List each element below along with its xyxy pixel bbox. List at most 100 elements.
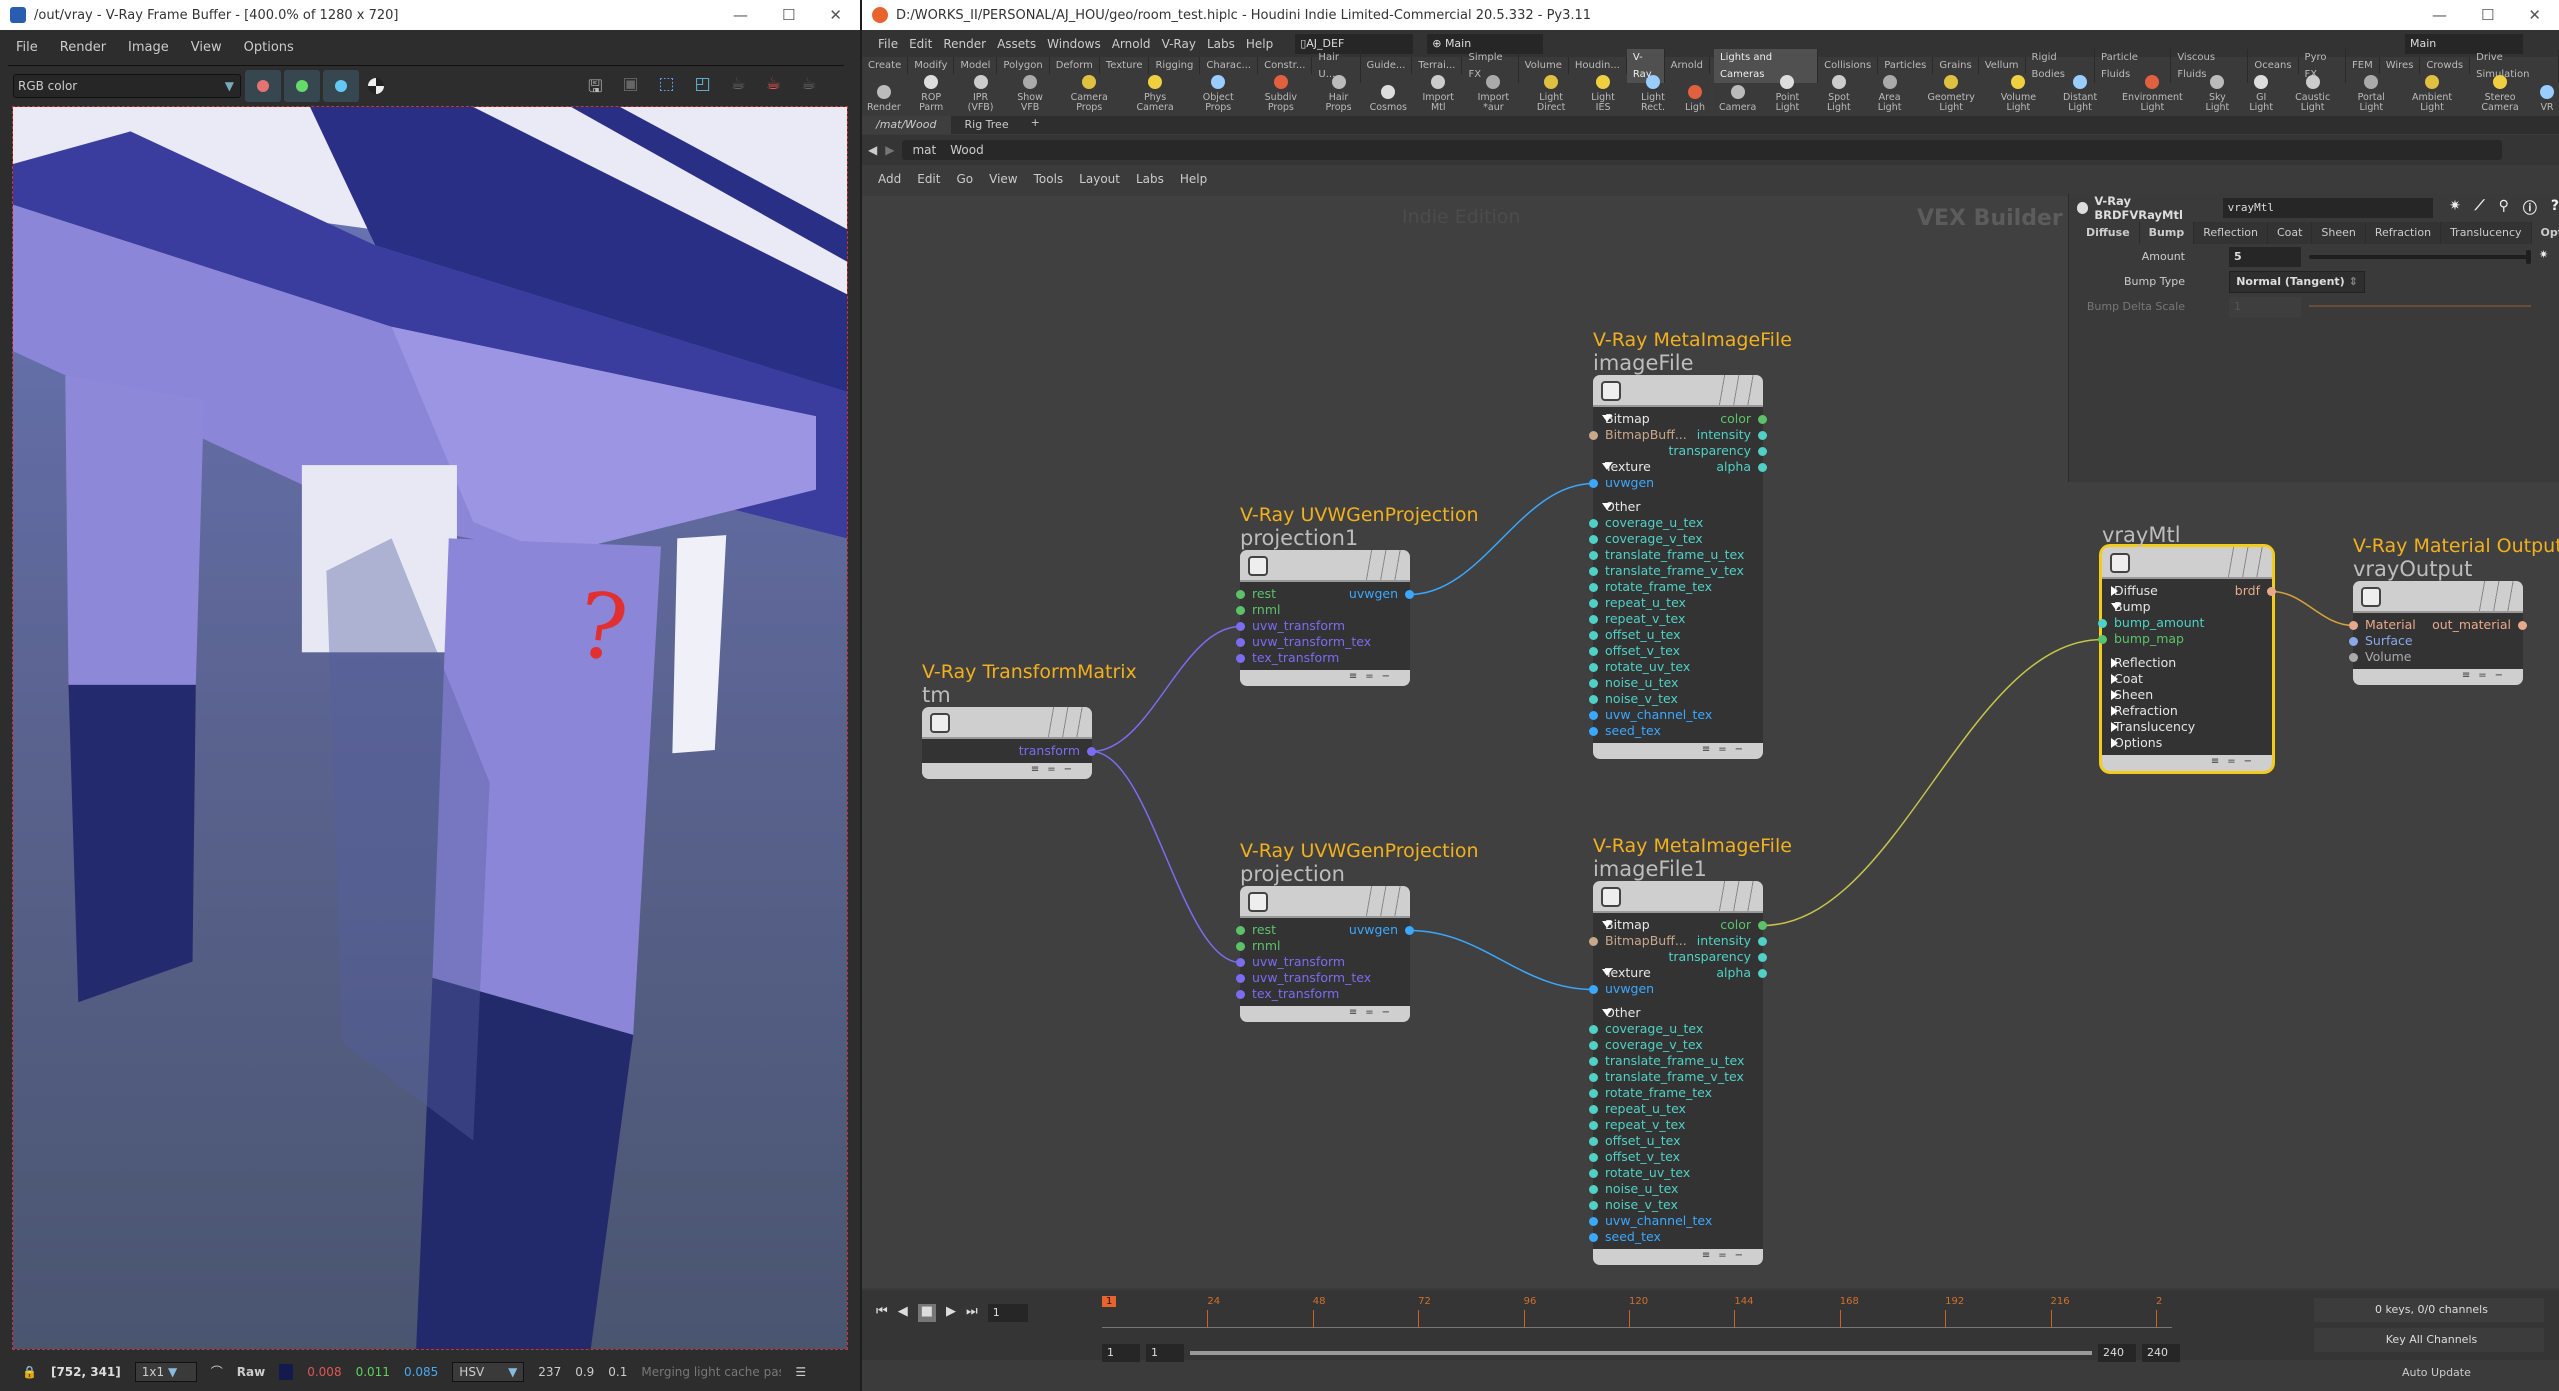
- input-port[interactable]: [1589, 1057, 1598, 1066]
- info-icon[interactable]: ⓘ: [2523, 198, 2537, 218]
- node-footer[interactable]: ≡=−: [1593, 1249, 1763, 1265]
- input-port[interactable]: [2098, 635, 2107, 644]
- shelf-tab[interactable]: FEM: [2346, 57, 2380, 74]
- shelf-tool[interactable]: Camera: [1714, 85, 1761, 113]
- input-port[interactable]: [1589, 519, 1598, 528]
- menu-render[interactable]: Render: [943, 37, 986, 51]
- network-menu-labs[interactable]: Labs: [1136, 172, 1164, 186]
- lock-icon[interactable]: 🔒: [22, 1365, 37, 1379]
- input-port[interactable]: [2349, 621, 2358, 630]
- menu-file[interactable]: File: [16, 40, 38, 55]
- node-footer[interactable]: ≡=−: [2102, 755, 2272, 771]
- brush-icon[interactable]: ⟋: [2475, 198, 2485, 218]
- search-icon[interactable]: ⚲: [2499, 198, 2509, 218]
- input-port[interactable]: [1236, 974, 1245, 983]
- output-port[interactable]: [1758, 937, 1767, 946]
- close-icon[interactable]: ✕: [2528, 6, 2541, 24]
- input-port[interactable]: [1589, 1137, 1598, 1146]
- param-tab-translucency[interactable]: Translucency: [2441, 222, 2532, 244]
- menu-edit[interactable]: Edit: [909, 37, 932, 51]
- first-frame-icon[interactable]: ⏮: [876, 1304, 888, 1322]
- input-port[interactable]: [1236, 926, 1245, 935]
- output-port[interactable]: [1405, 926, 1414, 935]
- shelf-tool[interactable]: Camera Props: [1056, 75, 1123, 113]
- wire[interactable]: [2271, 590, 2354, 627]
- node-footer[interactable]: ≡=−: [1593, 743, 1763, 759]
- render-image[interactable]: [12, 106, 848, 1350]
- input-port[interactable]: [1589, 1201, 1598, 1210]
- input-port[interactable]: [1589, 479, 1598, 488]
- shelf-tab[interactable]: Deform: [1050, 57, 1100, 74]
- help-icon[interactable]: ?: [2551, 198, 2559, 218]
- color-mode[interactable]: Raw: [237, 1365, 265, 1379]
- region-select-icon[interactable]: ⬚: [659, 74, 675, 103]
- input-port[interactable]: [1236, 638, 1245, 647]
- input-port[interactable]: [1236, 622, 1245, 631]
- shelf-tool[interactable]: Import *aur: [1465, 75, 1523, 113]
- port-group[interactable]: Other: [1602, 1005, 1641, 1021]
- input-port[interactable]: [1589, 551, 1598, 560]
- input-port[interactable]: [1589, 679, 1598, 688]
- menu-image[interactable]: Image: [128, 40, 169, 55]
- input-port[interactable]: [1589, 431, 1598, 440]
- shelf-tab[interactable]: Collisions: [1818, 57, 1879, 74]
- port-group[interactable]: Coat: [2111, 671, 2143, 687]
- path-field[interactable]: mat Wood: [902, 140, 2503, 160]
- shelf-tool[interactable]: Ligh: [1680, 85, 1710, 113]
- key-all-channels-select[interactable]: Key All Channels: [2314, 1328, 2544, 1352]
- input-port[interactable]: [1589, 1121, 1598, 1130]
- input-port[interactable]: [1236, 654, 1245, 663]
- input-port[interactable]: [1589, 583, 1598, 592]
- shelf-tab[interactable]: Polygon: [997, 57, 1050, 74]
- node-header[interactable]: [1240, 550, 1410, 582]
- shelf-tool[interactable]: Import Mtl: [1412, 75, 1465, 113]
- output-port[interactable]: [1758, 415, 1767, 424]
- material-sphere-icon[interactable]: [2077, 202, 2089, 214]
- shelf-tool[interactable]: Geometry Light: [1915, 75, 1987, 113]
- input-port[interactable]: [1589, 727, 1598, 736]
- port-group[interactable]: Bitmap: [1602, 917, 1650, 933]
- output-port[interactable]: [1758, 921, 1767, 930]
- frame-input[interactable]: 1: [987, 1304, 1028, 1322]
- path-wood[interactable]: Wood: [950, 143, 983, 157]
- shelf-tool[interactable]: Phys Camera: [1123, 75, 1187, 113]
- node-header[interactable]: [922, 707, 1092, 739]
- input-port[interactable]: [2349, 653, 2358, 662]
- network-menu-layout[interactable]: Layout: [1079, 172, 1120, 186]
- shelf-tab[interactable]: Create: [862, 57, 909, 74]
- input-port[interactable]: [1589, 615, 1598, 624]
- shelf-tool[interactable]: Distant Light: [2049, 75, 2110, 113]
- output-port[interactable]: [1758, 447, 1767, 456]
- network-menu-go[interactable]: Go: [956, 172, 973, 186]
- input-port[interactable]: [1236, 942, 1245, 951]
- output-port[interactable]: [2518, 621, 2527, 630]
- shelf-tab[interactable]: Constr...: [1258, 57, 1313, 74]
- node-tm[interactable]: V-Ray TransformMatrix tm transform ≡=−: [922, 661, 1137, 779]
- input-port[interactable]: [1589, 535, 1598, 544]
- close-icon[interactable]: ✕: [829, 6, 842, 24]
- gear-icon[interactable]: ✷: [2449, 198, 2461, 218]
- input-port[interactable]: [1236, 958, 1245, 967]
- network-menu-view[interactable]: View: [989, 172, 1017, 186]
- port-group[interactable]: Texture: [1602, 965, 1651, 981]
- input-port[interactable]: [1589, 1153, 1598, 1162]
- shelf-tool[interactable]: Sky Light: [2194, 75, 2241, 113]
- range-end[interactable]: 240: [2098, 1344, 2136, 1362]
- menu-labs[interactable]: Labs: [1207, 37, 1235, 51]
- last-frame-icon[interactable]: ⏭: [966, 1304, 978, 1322]
- shelf-tab[interactable]: Guide...: [1361, 57, 1413, 74]
- shelf-tab[interactable]: Particles: [1878, 57, 1934, 74]
- red-channel-button[interactable]: [245, 70, 281, 102]
- shelf-tool[interactable]: Area Light: [1864, 75, 1915, 113]
- port-group[interactable]: Translucency: [2110, 719, 2195, 735]
- node-footer[interactable]: ≡=−: [922, 763, 1092, 779]
- mono-channel-icon[interactable]: [368, 78, 384, 94]
- shelf-tab[interactable]: Houdin...: [1569, 57, 1627, 74]
- shelf-tool[interactable]: Object Props: [1187, 75, 1249, 113]
- node-flags[interactable]: [1711, 881, 1755, 911]
- amount-slider[interactable]: [2309, 250, 2531, 264]
- range-start[interactable]: 1: [1102, 1344, 1140, 1362]
- shelf-tool[interactable]: Stereo Camera: [2465, 75, 2535, 113]
- amount-slider-handle[interactable]: [2526, 250, 2531, 264]
- node-footer[interactable]: ≡=−: [1240, 1006, 1410, 1022]
